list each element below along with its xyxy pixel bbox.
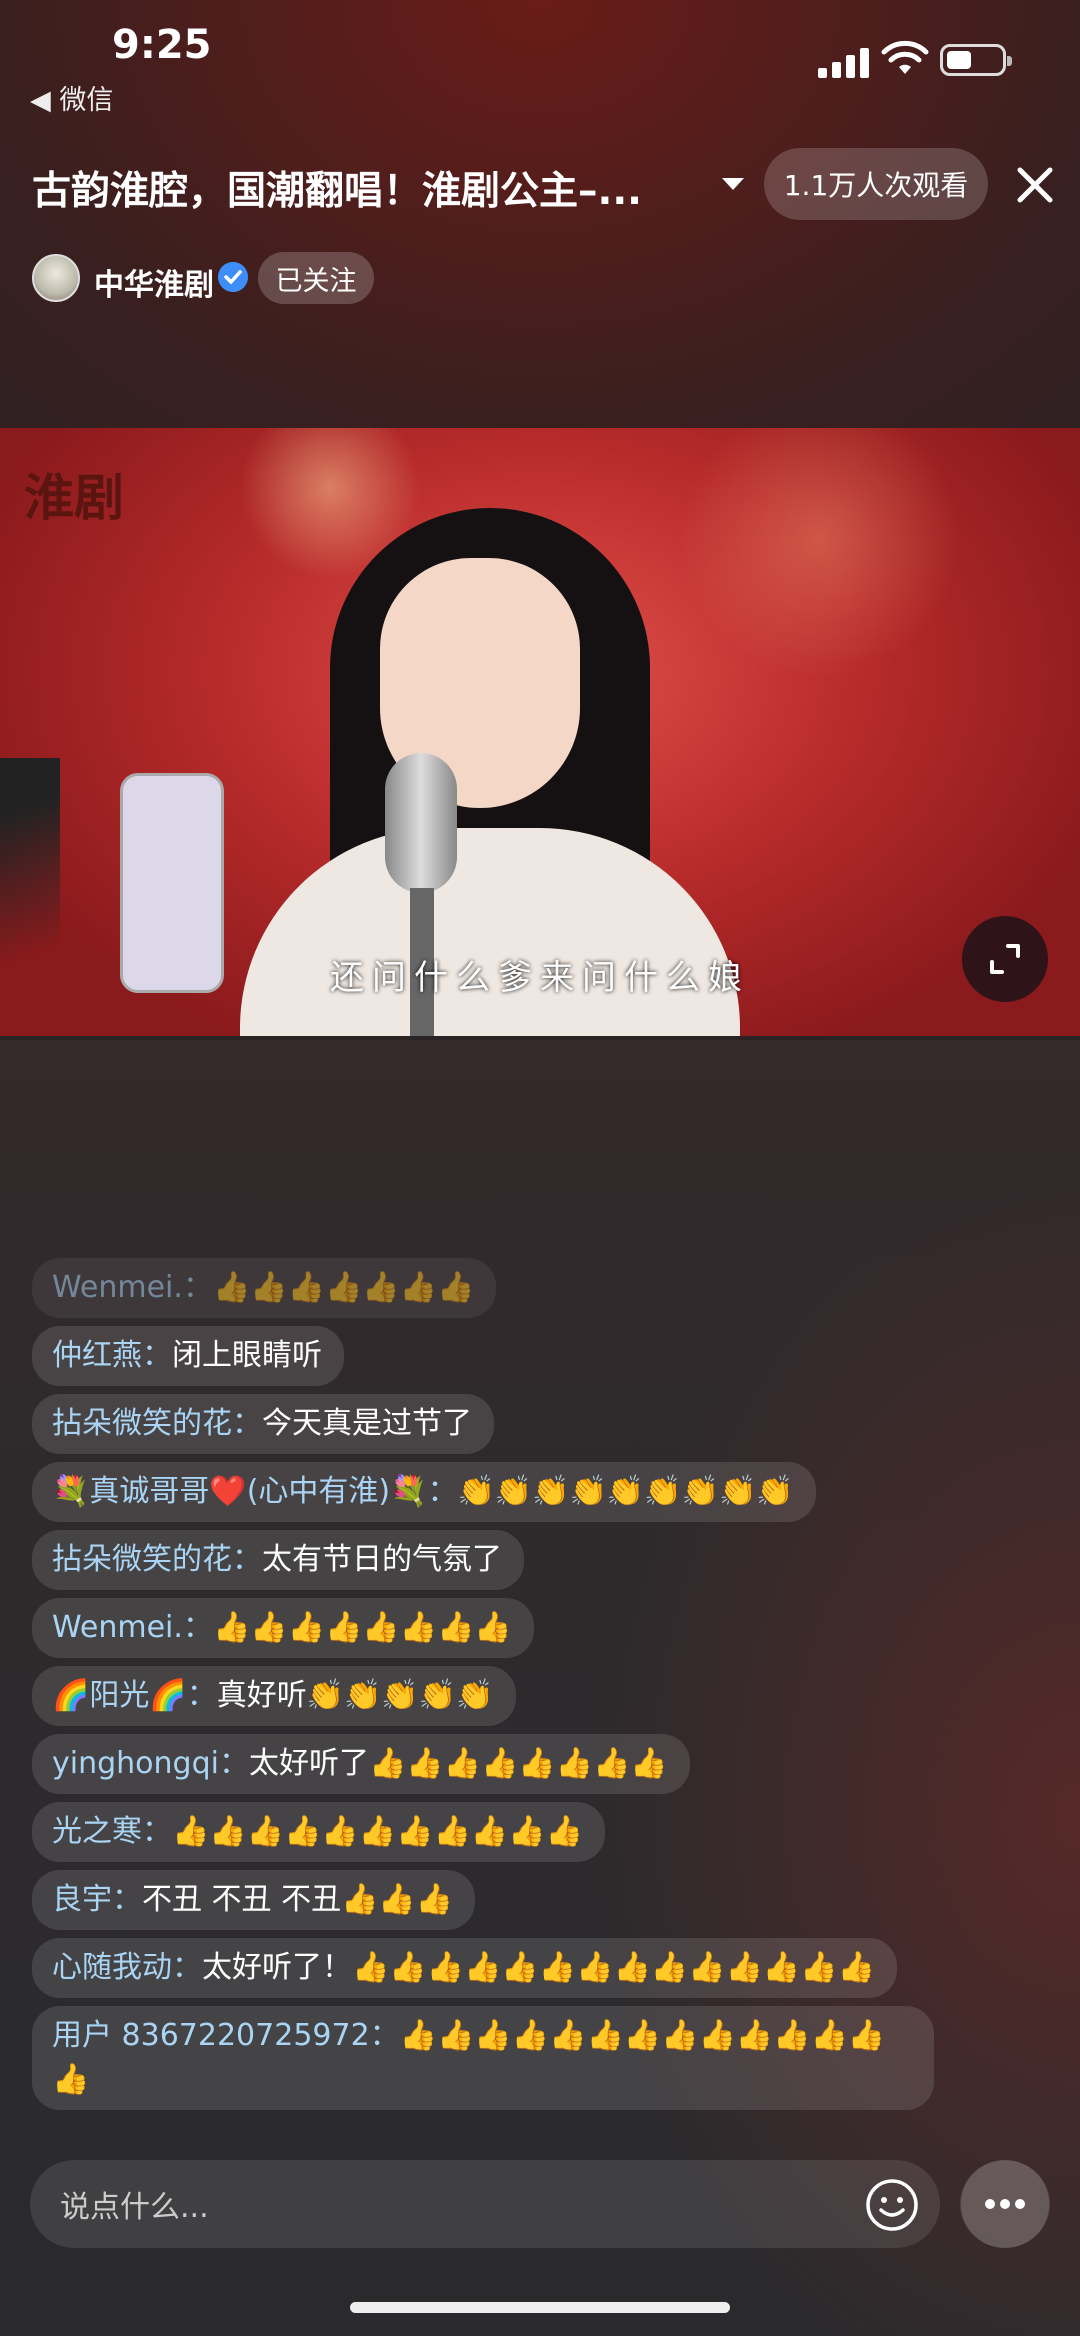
comment-user[interactable]: 心随我动： bbox=[52, 1950, 202, 1985]
comment-text: 太有节日的气氛了 bbox=[262, 1542, 502, 1577]
comment-item: 💐真诚哥哥❤️(心中有淮)💐：👏👏👏👏👏👏👏👏👏 bbox=[32, 1462, 816, 1522]
video-scene-body bbox=[240, 828, 740, 1036]
comment-input[interactable]: 说点什么... bbox=[30, 2160, 940, 2248]
home-indicator[interactable] bbox=[350, 2302, 730, 2313]
comment-user[interactable]: 💐真诚哥哥❤️(心中有淮)💐： bbox=[52, 1474, 457, 1509]
comment-user[interactable]: 🌈阳光🌈： bbox=[52, 1678, 217, 1713]
verified-icon bbox=[218, 262, 248, 292]
channel-name[interactable]: 中华淮剧 bbox=[94, 260, 214, 304]
comment-item: 仲红燕：闭上眼睛听 bbox=[32, 1326, 344, 1386]
comment-user[interactable]: 用户 8367220725972： bbox=[52, 2018, 400, 2053]
comment-list[interactable]: Wenmei.：👍👍👍👍👍👍👍 仲红燕：闭上眼睛听 拈朵微笑的花：今天真是过节了… bbox=[32, 1258, 1032, 2118]
comment-item: 🌈阳光🌈：真好听👏👏👏👏👏 bbox=[32, 1666, 516, 1726]
comment-text: 真好听👏👏👏👏👏 bbox=[216, 1678, 494, 1713]
comment-item: 光之寒：👍👍👍👍👍👍👍👍👍👍👍 bbox=[32, 1802, 605, 1862]
comment-item: Wenmei.：👍👍👍👍👍👍👍 bbox=[32, 1258, 497, 1318]
comment-user[interactable]: 仲红燕： bbox=[52, 1338, 172, 1373]
comment-text: 闭上眼睛听 bbox=[172, 1338, 322, 1373]
comment-item: 心随我动：太好听了！👍👍👍👍👍👍👍👍👍👍👍👍👍👍 bbox=[32, 1938, 897, 1998]
more-icon[interactable] bbox=[960, 2160, 1050, 2248]
video-scene-microphone bbox=[385, 753, 457, 893]
status-bar: 9:25 ◀ 微信 bbox=[0, 0, 1080, 120]
comment-item: 拈朵微笑的花：太有节日的气氛了 bbox=[32, 1530, 524, 1590]
comment-text: 👏👏👏👏👏👏👏👏👏 bbox=[457, 1474, 794, 1509]
comment-item: 良宇：不丑 不丑 不丑👍👍👍 bbox=[32, 1870, 476, 1930]
comment-user[interactable]: 拈朵微笑的花： bbox=[52, 1542, 262, 1577]
comment-text: 👍👍👍👍👍👍👍👍👍👍👍 bbox=[172, 1814, 583, 1849]
comment-item: Wenmei.：👍👍👍👍👍👍👍👍 bbox=[32, 1598, 534, 1658]
battery-icon bbox=[940, 44, 1012, 76]
comment-user[interactable]: 良宇： bbox=[52, 1882, 142, 1917]
comment-user[interactable]: Wenmei.： bbox=[52, 1610, 213, 1645]
close-icon[interactable] bbox=[1014, 164, 1056, 206]
comment-text: 太好听了👍👍👍👍👍👍👍👍 bbox=[248, 1746, 668, 1781]
comment-user[interactable]: 光之寒： bbox=[52, 1814, 172, 1849]
view-count-badge: 1.1万人次观看 bbox=[764, 148, 988, 220]
comment-text: 不丑 不丑 不丑👍👍👍 bbox=[142, 1882, 454, 1917]
comment-item: 用户 8367220725972：👍👍👍👍👍👍👍👍👍👍👍👍👍👍 bbox=[32, 2006, 934, 2110]
channel-avatar[interactable] bbox=[32, 254, 80, 302]
comment-item: yinghongqi：太好听了👍👍👍👍👍👍👍👍 bbox=[32, 1734, 690, 1794]
video-subtitle: 还问什么爹来问什么娘 bbox=[330, 958, 750, 998]
emoji-icon[interactable] bbox=[865, 2178, 919, 2232]
comment-text: 太好听了！👍👍👍👍👍👍👍👍👍👍👍👍👍👍 bbox=[202, 1950, 875, 1985]
comment-text: 👍👍👍👍👍👍👍 bbox=[212, 1270, 475, 1305]
expand-icon[interactable] bbox=[962, 916, 1048, 1002]
comment-input-placeholder: 说点什么... bbox=[60, 2190, 209, 2225]
comment-text: 👍👍👍👍👍👍👍👍 bbox=[212, 1610, 512, 1645]
comment-user[interactable]: Wenmei.： bbox=[52, 1270, 213, 1305]
comment-item: 拈朵微笑的花：今天真是过节了 bbox=[32, 1394, 494, 1454]
signal-icon bbox=[818, 44, 870, 78]
wifi-icon bbox=[881, 40, 929, 74]
video-title[interactable]: 古韵淮腔，国潮翻唱！淮剧公主–... bbox=[32, 160, 642, 216]
comment-text: 今天真是过节了 bbox=[262, 1406, 472, 1441]
follow-button[interactable]: 已关注 bbox=[258, 252, 374, 304]
comment-user[interactable]: yinghongqi： bbox=[52, 1746, 249, 1781]
video-player[interactable]: 淮剧 还问什么爹来问什么娘 bbox=[0, 428, 1080, 1036]
chevron-down-icon[interactable] bbox=[718, 172, 748, 196]
channel-logo: 淮剧 bbox=[24, 468, 124, 527]
comment-user[interactable]: 拈朵微笑的花： bbox=[52, 1406, 262, 1441]
status-time: 9:25 bbox=[112, 22, 212, 68]
back-to-wechat-link[interactable]: ◀ 微信 bbox=[30, 78, 113, 117]
